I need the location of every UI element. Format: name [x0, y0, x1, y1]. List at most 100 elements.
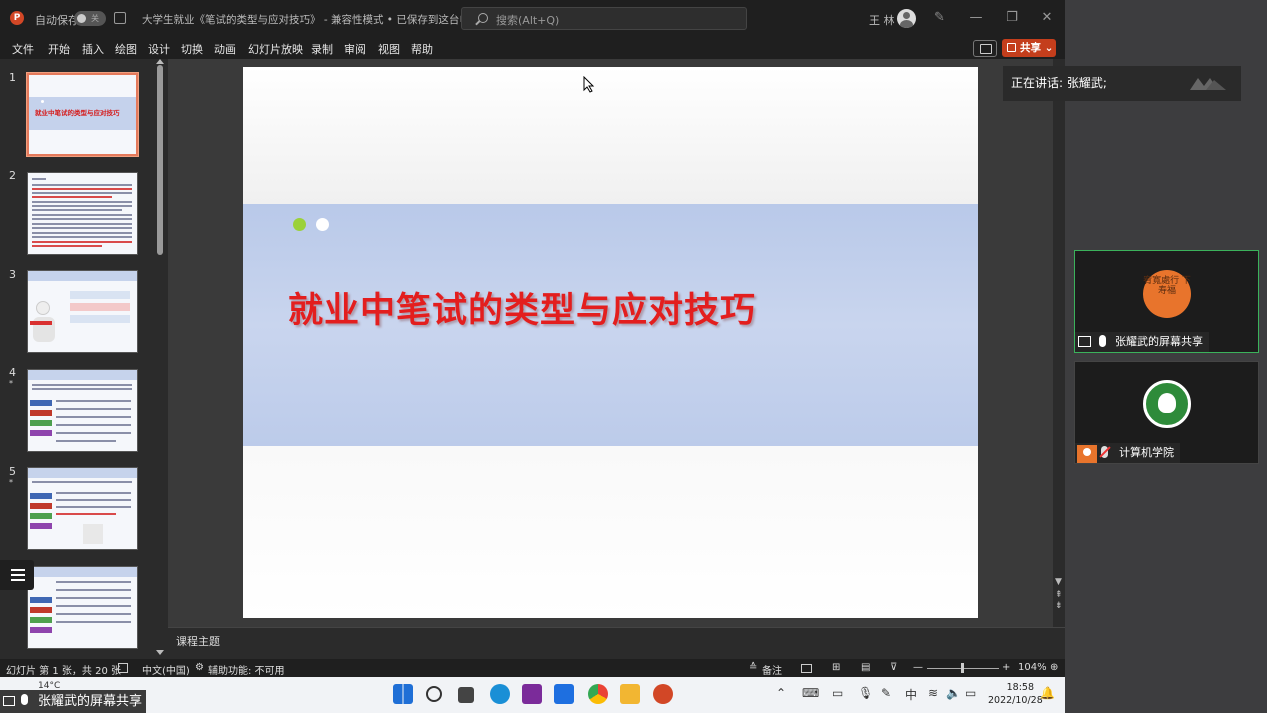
- share-button[interactable]: 共享 ⌄: [1002, 39, 1056, 57]
- thumb-line: [56, 621, 131, 623]
- previous-slide-icon[interactable]: ⇞: [1055, 590, 1063, 600]
- tab-home[interactable]: 开始: [48, 41, 70, 57]
- pen-tray-icon[interactable]: ✎: [881, 686, 891, 700]
- user-avatar-icon[interactable]: [897, 9, 916, 28]
- fit-to-window-icon[interactable]: ⊕: [1050, 662, 1058, 673]
- search-icon: [478, 13, 488, 23]
- notification-icon[interactable]: 🔔: [1040, 686, 1055, 700]
- thumb-header: [28, 567, 137, 577]
- pen-icon[interactable]: ✎: [934, 10, 948, 26]
- autosave-toggle[interactable]: [74, 11, 106, 26]
- task-view-icon[interactable]: [458, 687, 474, 703]
- system-clock[interactable]: 18:58 2022/10/28: [988, 681, 1043, 707]
- normal-view-icon[interactable]: [801, 664, 812, 673]
- thumb-side: [30, 410, 52, 416]
- participant-tile-screen-share[interactable]: 宥寬處行 下寿福 张耀武的屏幕共享: [1074, 250, 1259, 353]
- tab-draw[interactable]: 绘图: [115, 41, 137, 57]
- restore-button[interactable]: ❐: [1002, 8, 1022, 28]
- notes-text[interactable]: 课程主题: [176, 633, 220, 649]
- tab-animations[interactable]: 动画: [214, 41, 236, 57]
- slide-thumbnail-4[interactable]: [27, 369, 138, 452]
- slideshow-view-icon[interactable]: ⊽: [890, 662, 897, 673]
- thumbnail-scrollbar[interactable]: [157, 65, 163, 255]
- comments-button[interactable]: [973, 40, 997, 57]
- thumb-line: [56, 613, 131, 615]
- notes-button[interactable]: 备注: [762, 662, 782, 677]
- tab-record[interactable]: 录制: [311, 41, 333, 57]
- file-explorer-icon[interactable]: [620, 684, 640, 704]
- scroll-up-icon[interactable]: [156, 59, 164, 64]
- document-title[interactable]: 大学生就业《笔试的类型与应对技巧》 - 兼容性模式 • 已保存到这台电脑 ⌄: [142, 12, 492, 27]
- slide-thumbnail-1[interactable]: 就业中笔试的类型与应对技巧: [26, 72, 139, 157]
- battery-icon[interactable]: ▭: [965, 686, 976, 700]
- slide-thumbnail-6[interactable]: [27, 566, 138, 649]
- onenote-icon[interactable]: [522, 684, 542, 704]
- tab-file[interactable]: 文件: [12, 41, 34, 57]
- slide-thumbnail-3[interactable]: [27, 270, 138, 353]
- thumb-side: [30, 420, 52, 426]
- slide-thumbnail-5[interactable]: [27, 467, 138, 550]
- notes-icon[interactable]: ≙: [749, 662, 757, 673]
- tab-view[interactable]: 视图: [378, 41, 400, 57]
- tab-design[interactable]: 设计: [148, 41, 170, 57]
- scroll-down-icon[interactable]: ▼: [1055, 577, 1062, 587]
- slide-sorter-icon[interactable]: ⊞: [832, 662, 840, 673]
- microphone-muted-icon: [1101, 446, 1108, 458]
- notes-pane[interactable]: 课程主题: [168, 627, 1065, 659]
- meeting-app-icon[interactable]: [554, 684, 574, 704]
- thumb-line: [32, 196, 112, 198]
- participant-tile-college[interactable]: 计算机学院: [1074, 361, 1259, 464]
- slide-thumbnail-2[interactable]: [27, 172, 138, 255]
- thumb-line: [32, 388, 132, 390]
- zoom-out-button[interactable]: —: [913, 662, 923, 673]
- menu-line: [11, 579, 25, 581]
- tab-transitions[interactable]: 切换: [181, 41, 203, 57]
- zoom-in-button[interactable]: +: [1002, 662, 1010, 673]
- thumb-title: 就业中笔试的类型与应对技巧: [35, 109, 120, 117]
- spell-check-icon[interactable]: [118, 663, 128, 673]
- save-icon[interactable]: [114, 12, 126, 24]
- thumb-line: [32, 184, 132, 186]
- thumb-side: [30, 597, 52, 603]
- search-taskbar-icon[interactable]: [426, 686, 442, 702]
- next-slide-icon[interactable]: ⇟: [1055, 601, 1063, 611]
- zoom-level[interactable]: 104%: [1018, 662, 1047, 673]
- reading-view-icon[interactable]: ▤: [861, 662, 870, 673]
- accessibility-icon[interactable]: ⚙: [195, 662, 204, 673]
- display-icon[interactable]: ▭: [832, 686, 843, 700]
- slide-scrollbar[interactable]: [1053, 59, 1065, 627]
- accessibility-status[interactable]: 辅助功能: 不可用: [208, 662, 285, 677]
- close-button[interactable]: ✕: [1037, 8, 1057, 28]
- keyboard-icon[interactable]: ⌨: [802, 686, 819, 700]
- chrome-icon[interactable]: [588, 684, 608, 704]
- search-box[interactable]: 搜索(Alt+Q): [461, 7, 747, 30]
- windows-start-icon[interactable]: [393, 684, 413, 704]
- user-name[interactable]: 王 林: [869, 12, 895, 28]
- wifi-icon[interactable]: ≋: [928, 686, 938, 700]
- scroll-down-icon[interactable]: [156, 650, 164, 655]
- zoom-slider-thumb[interactable]: [961, 663, 964, 673]
- menu-line: [11, 569, 25, 571]
- screen-share-indicator[interactable]: 张耀武的屏幕共享: [0, 690, 146, 713]
- slide-thumbnail-pane: 1 就业中笔试的类型与应对技巧 2 3 4 * 5 *: [0, 59, 167, 659]
- slide-title[interactable]: 就业中笔试的类型与应对技巧: [288, 282, 756, 333]
- thumb-line: [32, 178, 46, 180]
- current-slide[interactable]: 就业中笔试的类型与应对技巧: [243, 67, 978, 618]
- animation-star-icon: *: [9, 379, 13, 388]
- language-indicator[interactable]: 中文(中国): [142, 662, 190, 677]
- active-speaker-label: 正在讲话: 张耀武;: [1011, 76, 1107, 90]
- outline-view-button[interactable]: [0, 560, 34, 590]
- powerpoint-taskbar-icon[interactable]: [653, 684, 673, 704]
- microphone-tray-icon[interactable]: 🎙: [858, 686, 873, 700]
- tab-review[interactable]: 审阅: [344, 41, 366, 57]
- tab-slideshow[interactable]: 幻灯片放映: [248, 41, 303, 57]
- edge-browser-icon[interactable]: [490, 684, 510, 704]
- minimize-button[interactable]: —: [966, 8, 986, 28]
- share-icon: [1007, 43, 1016, 52]
- tab-help[interactable]: 帮助: [411, 41, 433, 57]
- tab-insert[interactable]: 插入: [82, 41, 104, 57]
- thumb-line: [56, 581, 131, 583]
- ime-indicator[interactable]: 中: [905, 686, 917, 703]
- tray-expand-icon[interactable]: ⌃: [776, 686, 786, 700]
- volume-icon[interactable]: 🔈: [946, 686, 961, 700]
